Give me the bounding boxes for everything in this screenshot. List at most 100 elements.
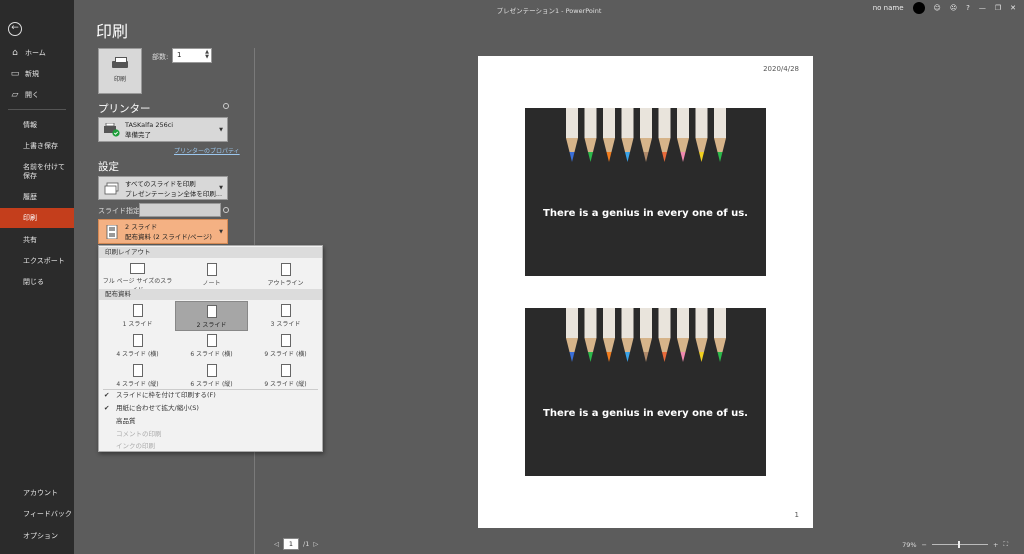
- check-icon: ✔: [104, 391, 110, 399]
- print-ink-option: インクの印刷: [116, 442, 155, 450]
- nav-options[interactable]: オプション: [0, 526, 74, 546]
- page-date: 2020/4/28: [763, 65, 799, 73]
- pencil: [584, 108, 597, 162]
- handout-4-vertical[interactable]: 4 スライド (縦): [101, 361, 174, 391]
- handout-icon: [132, 334, 143, 347]
- user-name[interactable]: no name: [873, 4, 904, 12]
- restore-icon[interactable]: ❐: [995, 4, 1001, 12]
- zoom-slider-handle[interactable]: [957, 541, 960, 548]
- info-icon[interactable]: [223, 103, 229, 109]
- handout-9-vertical[interactable]: 9 スライド (縦): [249, 361, 322, 391]
- chevron-down-icon: ▼: [219, 126, 223, 133]
- total-pages: /1: [303, 540, 310, 548]
- nav-export[interactable]: エクスポート: [0, 251, 74, 271]
- previous-page-icon[interactable]: ◁: [274, 540, 279, 548]
- pencil: [640, 108, 652, 162]
- pencil: [640, 308, 652, 362]
- spinner-arrows-icon[interactable]: ▲ ▼: [205, 50, 209, 60]
- pencil: [566, 308, 578, 362]
- handout-6-vertical[interactable]: 6 スライド (縦): [175, 361, 248, 391]
- print-layout-menu: 印刷レイアウト フル ページ サイズのスライド ノート アウトライン 配布資料 …: [98, 245, 323, 452]
- pencil: [658, 108, 671, 162]
- menu-section-layout: 印刷レイアウト: [99, 247, 322, 258]
- handout-2-slides[interactable]: 2 スライド: [175, 301, 248, 331]
- pencil: [695, 108, 708, 162]
- nav-share[interactable]: 共有: [0, 230, 74, 250]
- slide-caption: There is a genius in every one of us.: [543, 408, 748, 419]
- printer-select[interactable]: TASKalfa 256ci 準備完了 ▼: [98, 117, 228, 142]
- zoom-slider[interactable]: [931, 541, 988, 548]
- pencil: [584, 308, 597, 362]
- avatar[interactable]: [912, 2, 925, 14]
- high-quality-option[interactable]: 高品質: [99, 415, 322, 427]
- nav-save[interactable]: 上書き保存: [0, 136, 74, 156]
- page-input[interactable]: 1: [283, 538, 299, 550]
- handout-icon: [280, 304, 291, 317]
- next-page-icon[interactable]: ▷: [313, 540, 318, 548]
- info-icon[interactable]: [223, 207, 229, 213]
- printer-properties-link[interactable]: プリンターのプロパティ: [174, 146, 240, 155]
- outline-page-icon: [280, 263, 291, 276]
- nav-history[interactable]: 履歴: [0, 187, 74, 207]
- minimize-icon[interactable]: —: [979, 4, 986, 12]
- print-range-select[interactable]: すべてのスライドを印刷 プレゼンテーション全体を印刷... ▼: [98, 176, 228, 200]
- nav-home[interactable]: ⌂ ホーム: [0, 43, 74, 63]
- smile-icon[interactable]: ☺: [934, 4, 941, 12]
- copies-label: 部数:: [152, 53, 169, 61]
- printer-ready-icon: [104, 123, 120, 137]
- frame-slides-option[interactable]: ✔ スライドに枠を付けて印刷する(F): [99, 389, 322, 401]
- nav-open[interactable]: ▱ 開く: [0, 85, 74, 105]
- chevron-down-icon: ▼: [219, 185, 223, 191]
- handout-icon: [280, 334, 291, 347]
- nav-save-as[interactable]: 名前を付けて保存: [0, 158, 74, 186]
- handout-9-horizontal[interactable]: 9 スライド (横): [249, 331, 322, 361]
- nav-close[interactable]: 閉じる: [0, 272, 74, 292]
- pencil: [621, 108, 634, 162]
- handout-6-horizontal[interactable]: 6 スライド (横): [175, 331, 248, 361]
- zoom-control: 79% − + ⛶: [902, 540, 1008, 549]
- nav-new[interactable]: ▭ 新規: [0, 64, 74, 84]
- pencil: [695, 308, 708, 362]
- pencil: [658, 308, 671, 362]
- backstage-nav: ← ⌂ ホーム ▭ 新規 ▱ 開く 情報 上書き保存 名前を付けて保存 履歴 印刷 共…: [0, 0, 74, 554]
- close-icon[interactable]: ✕: [1010, 4, 1016, 12]
- nav-feedback[interactable]: フィードバック: [0, 504, 74, 524]
- nav-divider: [8, 109, 66, 110]
- nav-info[interactable]: 情報: [0, 115, 74, 135]
- layout-full-page[interactable]: フル ページ サイズのスライド: [101, 260, 174, 294]
- handout-icon: [206, 305, 217, 318]
- layout-notes[interactable]: ノート: [175, 260, 248, 290]
- printer-icon: [112, 57, 128, 70]
- back-arrow-icon[interactable]: ←: [8, 22, 22, 36]
- print-button[interactable]: 印刷: [98, 48, 142, 94]
- handout-1-slide[interactable]: 1 スライド: [101, 301, 174, 331]
- zoom-in-icon[interactable]: +: [993, 541, 998, 549]
- slides-input[interactable]: [139, 203, 221, 217]
- folder-open-icon: ▱: [11, 90, 19, 100]
- print-comments-option: コメントの印刷: [116, 430, 162, 438]
- menu-section-handouts: 配布資料: [99, 289, 322, 300]
- scale-to-fit-option[interactable]: ✔ 用紙に合わせて拡大/縮小(S): [99, 402, 322, 414]
- pencil: [621, 308, 634, 362]
- handout-3-slides[interactable]: 3 スライド: [249, 301, 322, 331]
- fit-to-window-icon[interactable]: ⛶: [1003, 540, 1008, 549]
- home-icon: ⌂: [12, 48, 18, 58]
- handout-icon: [206, 364, 217, 377]
- handout-4-horizontal[interactable]: 4 スライド (横): [101, 331, 174, 361]
- zoom-level: 79%: [902, 540, 917, 549]
- zoom-out-icon[interactable]: −: [922, 541, 927, 549]
- chevron-down-icon: ▼: [219, 228, 223, 235]
- copies-stepper[interactable]: 1 ▲ ▼: [172, 48, 212, 63]
- help-icon[interactable]: ?: [966, 4, 970, 12]
- nav-print[interactable]: 印刷: [0, 208, 74, 228]
- layout-outline[interactable]: アウトライン: [249, 260, 322, 290]
- settings-heading: 設定: [98, 161, 119, 173]
- pencil: [677, 108, 689, 162]
- notes-page-icon: [206, 263, 217, 276]
- nav-account[interactable]: アカウント: [0, 483, 74, 503]
- handout-page-icon: [106, 225, 118, 239]
- page-number: 1: [794, 511, 799, 519]
- layout-select[interactable]: 2 スライド 配布資料 (2 スライド/ページ) ▼: [98, 219, 228, 244]
- frown-icon[interactable]: ☹: [950, 4, 957, 12]
- page-navigator: ◁ 1 /1 ▷: [274, 538, 318, 550]
